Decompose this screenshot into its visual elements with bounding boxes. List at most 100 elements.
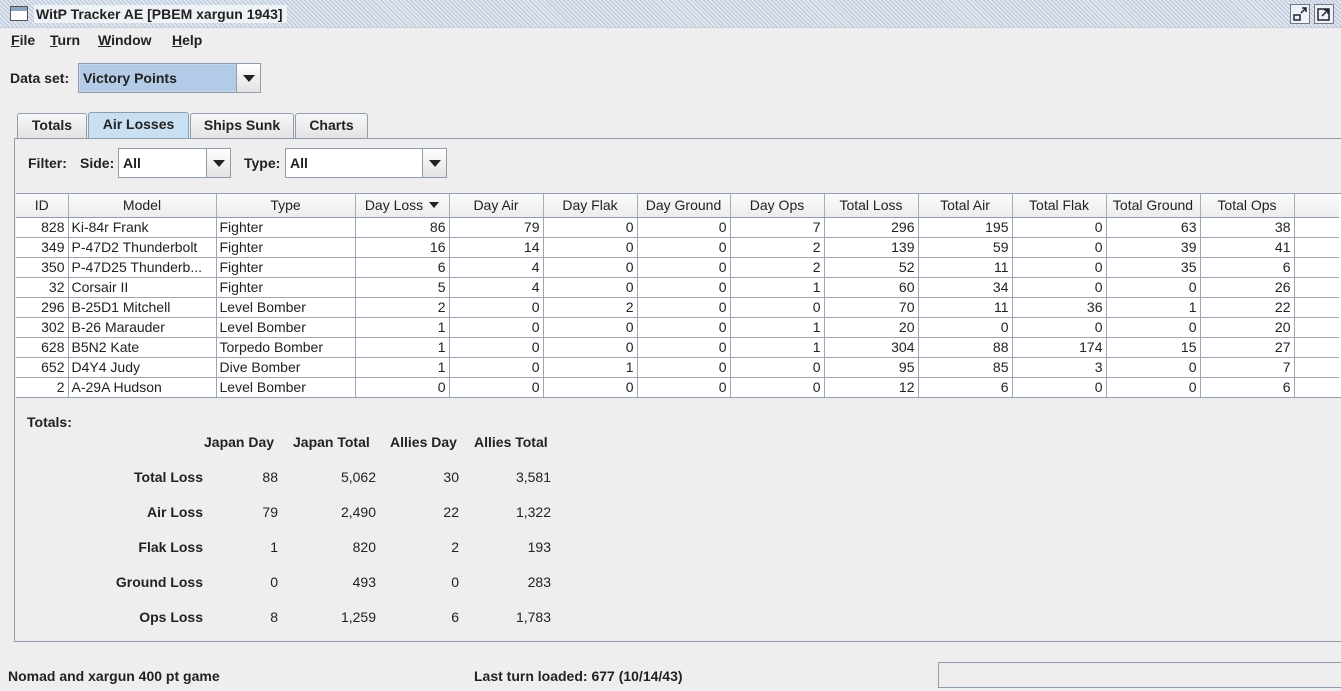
chevron-down-icon[interactable] [206,149,230,177]
menu-turn[interactable]: Turn [50,32,80,48]
table-row[interactable]: 2 A-29A Hudson Level Bomber 0 0 0 0 0 12 6 0 0 6 [16,377,1339,397]
totals-value: 88 [262,469,278,485]
table-cell: 0 [730,377,825,397]
totals-row-label: Total Loss [134,469,203,485]
totals-row-label: Ops Loss [139,609,203,625]
col-header-label: Day Ops [749,197,805,214]
chevron-down-icon[interactable] [236,64,260,92]
type-label: Type: [244,155,281,171]
table-cell: 0 [1106,317,1201,338]
table-row[interactable]: 350 P-47D25 Thunderb... Fighter 6 4 0 0 2 52 11 0 3… [16,257,1339,278]
table-cell: 85 [918,357,1013,378]
table-cell: 4 [449,257,544,278]
table-cell: P-47D2 Thunderbolt [68,237,217,258]
totals-col-allies-total: Allies Total [474,434,548,450]
menu-help-mnemonic: H [172,32,183,48]
col-header-type[interactable]: Type [216,194,356,218]
table-cell: 0 [543,277,638,298]
maximize-icon[interactable] [1314,4,1334,24]
table-cell: 70 [824,297,919,318]
table-cell: Fighter [216,277,356,298]
menu-help[interactable]: Help [172,32,202,48]
table-cell: Level Bomber [216,297,356,318]
col-header-day-ops[interactable]: Day Ops [730,194,825,218]
table-cell: 6 [918,377,1013,397]
totals-value: 2,490 [340,504,376,520]
totals-value: 1 [270,539,278,555]
table-cell: 88 [918,337,1013,358]
table-cell: 0 [449,337,544,358]
totals-value: 493 [352,574,376,590]
col-header-day-ground[interactable]: Day Ground [637,194,731,218]
side-value: All [123,155,141,171]
totals-label: Totals: [27,414,72,430]
totals-value: 8 [270,609,278,625]
table-cell: Fighter [216,257,356,278]
table-cell: 1 [730,337,825,358]
table-row[interactable]: 628 B5N2 Kate Torpedo Bomber 1 0 0 0 1 304 88 174 1… [16,337,1339,358]
table-row[interactable]: 349 P-47D2 Thunderbolt Fighter 16 14 0 0 2 139 59… [16,237,1339,258]
tab-air-losses[interactable]: Air Losses [88,112,189,138]
col-header-label: Total Air [940,197,990,214]
app-window-icon [10,6,28,21]
menu-window[interactable]: Window [98,32,152,48]
minimize-icon[interactable] [1290,4,1310,24]
table-row[interactable]: 828 Ki-84r Frank Fighter 86 79 0 0 7 296 195 0 63 38 [16,217,1339,238]
tab-charts[interactable]: Charts [295,113,368,138]
table-cell: 2 [355,297,450,318]
menu-file-mnemonic: F [11,32,20,48]
col-header-total-air[interactable]: Total Air [918,194,1013,218]
col-header-label: Total Loss [839,197,903,214]
col-header-day-air[interactable]: Day Air [449,194,544,218]
col-header-total-ground[interactable]: Total Ground [1106,194,1201,218]
table-cell: 12 [824,377,919,397]
col-header-day-flak[interactable]: Day Flak [543,194,638,218]
table-row[interactable]: 32 Corsair II Fighter 5 4 0 0 1 60 34 0 0 26 [16,277,1339,298]
loss-grid: ID Model Type Day Loss Day Air Day Flak … [16,194,1339,397]
col-header-model[interactable]: Model [68,194,217,218]
totals-value: 2 [451,539,459,555]
table-filler [1294,317,1339,338]
table-row[interactable]: 302 B-26 Marauder Level Bomber 1 0 0 0 1 20 0 0 0 20 [16,317,1339,338]
table-cell: 2 [16,377,69,397]
totals-value: 30 [443,469,459,485]
air-losses-table: ID Model Type Day Loss Day Air Day Flak … [16,193,1341,398]
dataset-select[interactable]: Victory Points [78,63,261,93]
table-row[interactable]: 296 B-25D1 Mitchell Level Bomber 2 0 2 0 0 70 11 3… [16,297,1339,318]
tab-totals[interactable]: Totals [17,113,87,138]
table-cell: 0 [918,317,1013,338]
table-cell: 0 [637,217,731,238]
table-cell: 0 [543,217,638,238]
table-cell: Fighter [216,237,356,258]
table-cell: 41 [1200,237,1295,258]
side-select[interactable]: All [118,148,231,178]
table-cell: 59 [918,237,1013,258]
table-cell: B-25D1 Mitchell [68,297,217,318]
table-cell: 139 [824,237,919,258]
progress-bar [938,662,1341,688]
table-filler [1294,377,1339,397]
col-header-day-loss[interactable]: Day Loss [355,194,450,218]
table-cell: 0 [543,257,638,278]
table-cell: 1 [543,357,638,378]
menu-file[interactable]: File [11,32,35,48]
totals-value: 0 [451,574,459,590]
table-cell: 20 [1200,317,1295,338]
type-select[interactable]: All [285,148,447,178]
table-cell: 6 [1200,377,1295,397]
table-cell: 0 [543,377,638,397]
table-cell: 0 [1012,217,1107,238]
col-header-total-ops[interactable]: Total Ops [1200,194,1295,218]
table-cell: 0 [449,317,544,338]
chevron-down-icon[interactable] [422,149,446,177]
tab-ships-sunk[interactable]: Ships Sunk [190,113,294,138]
col-header-id[interactable]: ID [16,194,69,218]
table-cell: 0 [730,357,825,378]
table-cell: Fighter [216,217,356,238]
col-header-total-loss[interactable]: Total Loss [824,194,919,218]
totals-value: 3,581 [515,469,551,485]
last-turn-status: Last turn loaded: 677 (10/14/43) [474,668,683,684]
col-header-total-flak[interactable]: Total Flak [1012,194,1107,218]
table-row[interactable]: 652 D4Y4 Judy Dive Bomber 1 0 1 0 0 95 85 3 0 7 [16,357,1339,378]
menu-file-label: ile [19,32,36,48]
